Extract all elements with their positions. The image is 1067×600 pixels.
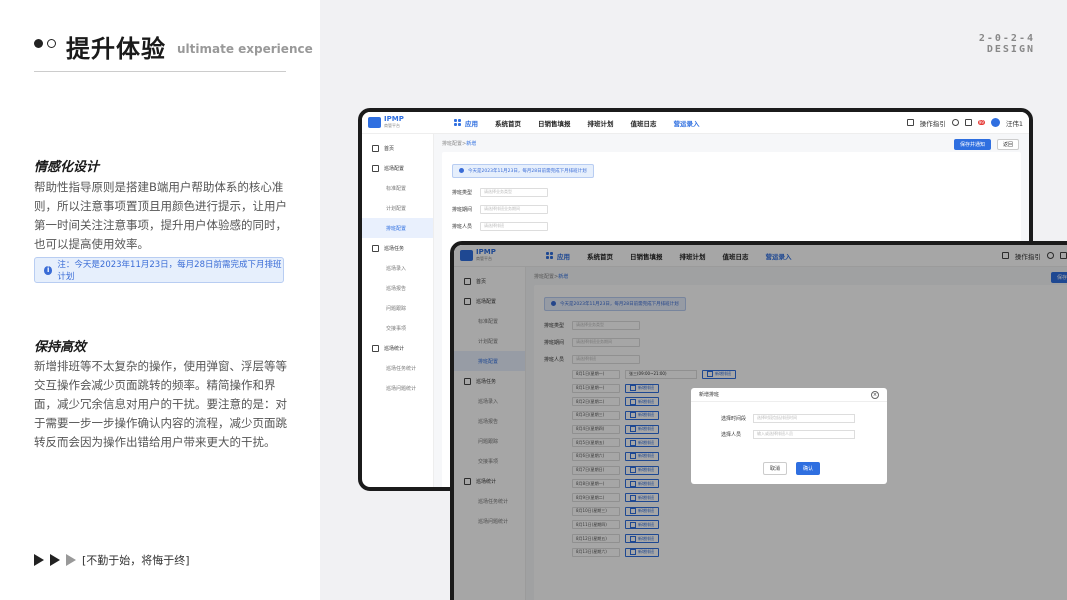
modal-title: 新增排班 <box>699 392 720 398</box>
left-panel: 提升体验 ultimate experience 情感化设计 帮助性指导原则是搭… <box>0 0 320 600</box>
cancel-button[interactable]: 取消 <box>763 462 788 475</box>
form-label: 排班期间 <box>452 206 473 213</box>
logo-sub: 商管平台 <box>384 123 400 128</box>
stats-icon <box>372 344 379 352</box>
play-icon <box>66 554 76 566</box>
app-logo[interactable]: IPMP 商管平台 <box>368 116 454 129</box>
info-icon <box>459 168 464 173</box>
sidebar: 首页 巡场配置 标准配置 计划配置 排班配置 巡场任务 巡场录入 巡场报告 问题… <box>362 134 434 487</box>
nav-ops[interactable]: 营运录入 <box>674 118 700 128</box>
notice-banner: 今天是2023年11月23日，每月28日前需完成下月排班计划 <box>452 163 594 178</box>
sidebar-group-task[interactable]: 巡场任务 <box>362 238 433 258</box>
sidebar-item-report[interactable]: 巡场报告 <box>362 278 433 298</box>
section1-heading: 情感化设计 <box>34 160 100 175</box>
breadcrumb-current: 新增 <box>466 141 477 147</box>
staff-select[interactable]: 输入或选择排班人员 <box>753 429 855 439</box>
breadcrumb: 排班配置>新增 <box>442 141 477 147</box>
sidebar-label: 巡场配置 <box>384 165 405 172</box>
section2-body: 新增排班等不太复杂的操作，使用弹窗、浮层等等交互操作会减少页面跳转的频率。精简操… <box>34 359 287 449</box>
play-icon <box>34 554 44 566</box>
save-notify-button[interactable]: 保存并通知 <box>953 139 991 150</box>
filled-dot-icon <box>34 39 43 48</box>
modal-label: 选择人员 <box>721 431 742 438</box>
staff-select[interactable]: 请选择排班 <box>480 221 549 231</box>
sidebar-item-issue-stats[interactable]: 巡场问题统计 <box>362 378 433 398</box>
time-select[interactable]: 选择时段包括排班时间 <box>753 413 855 423</box>
year-tag: 2-0-2-4 <box>978 33 1035 44</box>
title-dots <box>34 39 56 48</box>
nav-duty-log[interactable]: 值班日志 <box>631 118 657 128</box>
top-nav: 应用 系统首页 日销售填报 排班计划 值班日志 营运录入 <box>465 118 700 128</box>
title-divider <box>34 71 286 72</box>
tip-text: 注：今天是2023年11月23日，每月28日前需完成下月排班计划 <box>57 260 282 282</box>
modal-buttons: 取消 确认 <box>763 462 821 475</box>
task-icon <box>372 244 379 252</box>
home-icon <box>372 144 379 152</box>
config-icon <box>372 164 379 172</box>
nav-apps[interactable]: 应用 <box>465 118 478 128</box>
notice-text: 今天是2023年11月23日，每月28日前需完成下月排班计划 <box>468 168 587 174</box>
sidebar-item-plan[interactable]: 计划配置 <box>362 198 433 218</box>
close-icon[interactable]: × <box>871 391 879 399</box>
modal-label: 选择时间段 <box>721 415 747 422</box>
search-icon[interactable] <box>951 119 959 126</box>
design-label: DESIGN <box>986 44 1035 55</box>
form-label: 排班类型 <box>452 189 473 196</box>
app-topbar: IPMP 商管平台 应用 系统首页 日销售填报 排班计划 值班日志 营运录入 操作… <box>362 112 1029 134</box>
sidebar-label: 巡场任务 <box>384 245 405 252</box>
tip-banner: i 注：今天是2023年11月23日，每月28日前需完成下月排班计划 <box>34 257 284 283</box>
sidebar-item-tracking[interactable]: 问题跟踪 <box>362 298 433 318</box>
form-label: 排班人员 <box>452 223 473 230</box>
motto-row: [不勤于始，将悔于终] <box>34 552 190 568</box>
sidebar-item-schedule[interactable]: 排班配置 <box>362 218 433 238</box>
add-shift-modal: 新增排班 × 选择时间段 选择时段包括排班时间 选择人员 输入或选择排班人员 取消 … <box>691 388 887 484</box>
guide-icon <box>906 119 914 126</box>
apps-grid-icon <box>454 119 461 126</box>
form-row-staff: 排班人员 请选择排班 <box>452 218 1011 235</box>
type-select[interactable]: 请选择业务类型 <box>480 187 549 197</box>
motto-text: [不勤于始，将悔于终] <box>82 554 190 567</box>
right-panel: 2-0-2-4 DESIGN IPMP 商管平台 应用 系统首页 日销售填报 排班… <box>320 0 1067 600</box>
play-icon <box>50 554 60 566</box>
star-icon[interactable] <box>964 119 972 126</box>
guide-link[interactable]: 操作指引 <box>920 118 946 128</box>
user-name[interactable]: 汪伟1 <box>1006 118 1023 128</box>
sidebar-item-home[interactable]: 首页 <box>362 138 433 158</box>
sidebar-group-config[interactable]: 巡场配置 <box>362 158 433 178</box>
nav-schedule[interactable]: 排班计划 <box>588 118 614 128</box>
section2-heading: 保持高效 <box>34 340 87 355</box>
sidebar-label: 首页 <box>384 145 395 152</box>
notification-badge[interactable]: 99 <box>977 120 985 125</box>
avatar[interactable] <box>990 118 1000 127</box>
period-select[interactable]: 请选择排班业务期间 <box>480 204 549 214</box>
confirm-button[interactable]: 确认 <box>796 462 821 475</box>
design-tag: 2-0-2-4 DESIGN <box>979 33 1035 55</box>
page-subtitle: ultimate experience <box>177 42 313 56</box>
modal-row-staff: 选择人员 输入或选择排班人员 <box>691 426 887 442</box>
device-front: IPMP 商管平台 应用 系统首页 日销售填报 排班计划 值班日志 营运录入 操作… <box>450 241 1067 600</box>
modal-header: 新增排班 × <box>691 388 887 402</box>
form-row-period: 排班期间 请选择排班业务期间 <box>452 201 1011 218</box>
logo-mark-icon <box>368 117 381 128</box>
breadcrumb-parent[interactable]: 排班配置 <box>442 141 462 147</box>
sidebar-item-handover[interactable]: 交接事项 <box>362 318 433 338</box>
nav-sales[interactable]: 日销售填报 <box>538 118 571 128</box>
logo-title: IPMP <box>384 115 404 123</box>
sidebar-item-standard[interactable]: 标准配置 <box>362 178 433 198</box>
sidebar-item-entry[interactable]: 巡场录入 <box>362 258 433 278</box>
sidebar-group-stats[interactable]: 巡场统计 <box>362 338 433 358</box>
sidebar-item-task-stats[interactable]: 巡场任务统计 <box>362 358 433 378</box>
modal-row-time: 选择时间段 选择时段包括排班时间 <box>691 410 887 426</box>
form-row-type: 排班类型 请选择业务类型 <box>452 184 1011 201</box>
top-right-tools: 操作指引 99 汪伟1 <box>906 118 1023 128</box>
info-icon: i <box>44 265 53 275</box>
section1-body: 帮助性指导原则是搭建B端用户帮助体系的核心准则，所以注意事项置顶且用颜色进行提示… <box>34 180 287 251</box>
back-button[interactable]: 返回 <box>996 139 1019 150</box>
sidebar-label: 巡场统计 <box>384 345 405 352</box>
page-title: 提升体验 <box>66 35 166 63</box>
hollow-dot-icon <box>47 39 56 48</box>
nav-home[interactable]: 系统首页 <box>495 118 521 128</box>
